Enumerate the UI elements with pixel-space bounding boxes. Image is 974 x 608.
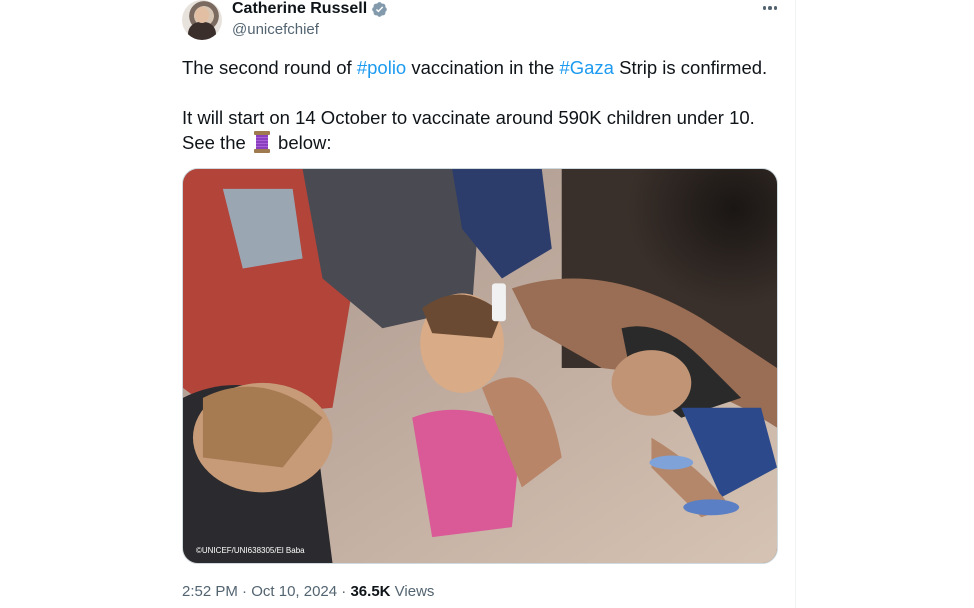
avatar-face	[195, 7, 209, 23]
separator: ·	[337, 583, 351, 600]
tweet-line-3: See the below:	[182, 130, 792, 155]
more-horizontal-icon[interactable]	[759, 0, 781, 16]
thread-emoji	[253, 131, 271, 153]
tweet-photo[interactable]: ©UNICEF/UNI638305/El Baba	[182, 168, 778, 564]
text-segment: See the	[182, 132, 251, 153]
tweet-meta: 2:52 PM · Oct 10, 2024 · 36.5K Views	[182, 583, 434, 600]
tweet-time[interactable]: 2:52 PM	[182, 583, 238, 600]
tweet-line-2: It will start on 14 October to vaccinate…	[182, 107, 755, 128]
separator: ·	[237, 583, 252, 600]
column-divider	[795, 0, 796, 608]
display-name[interactable]: Catherine Russell	[232, 0, 367, 18]
verified-badge-icon[interactable]	[371, 1, 388, 18]
tweet-text: The second round of #polio vaccination i…	[182, 55, 792, 155]
text-segment: below:	[272, 132, 332, 153]
tweet-header: Catherine Russell @unicefchief	[182, 0, 782, 42]
views-label: Views	[390, 583, 435, 600]
handle[interactable]: @unicefchief	[232, 21, 319, 38]
tweet-line-1: The second round of #polio vaccination i…	[182, 55, 792, 80]
hashtag-gaza[interactable]: #Gaza	[559, 57, 614, 78]
hashtag-polio[interactable]: #polio	[357, 57, 406, 78]
text-segment: The second round of	[182, 57, 357, 78]
tweet-date[interactable]: Oct 10, 2024	[251, 583, 337, 600]
vaccination-photo	[183, 169, 777, 563]
text-segment: Strip is confirmed.	[613, 57, 768, 78]
avatar[interactable]	[182, 0, 222, 40]
photo-credit: ©UNICEF/UNI638305/El Baba	[196, 546, 305, 555]
avatar-body	[188, 22, 216, 40]
text-segment: vaccination in the	[406, 57, 560, 78]
views-count: 36.5K	[350, 583, 391, 600]
name-row: Catherine Russell	[232, 0, 388, 18]
tweet-page: Catherine Russell @unicefchief The secon…	[0, 0, 974, 608]
